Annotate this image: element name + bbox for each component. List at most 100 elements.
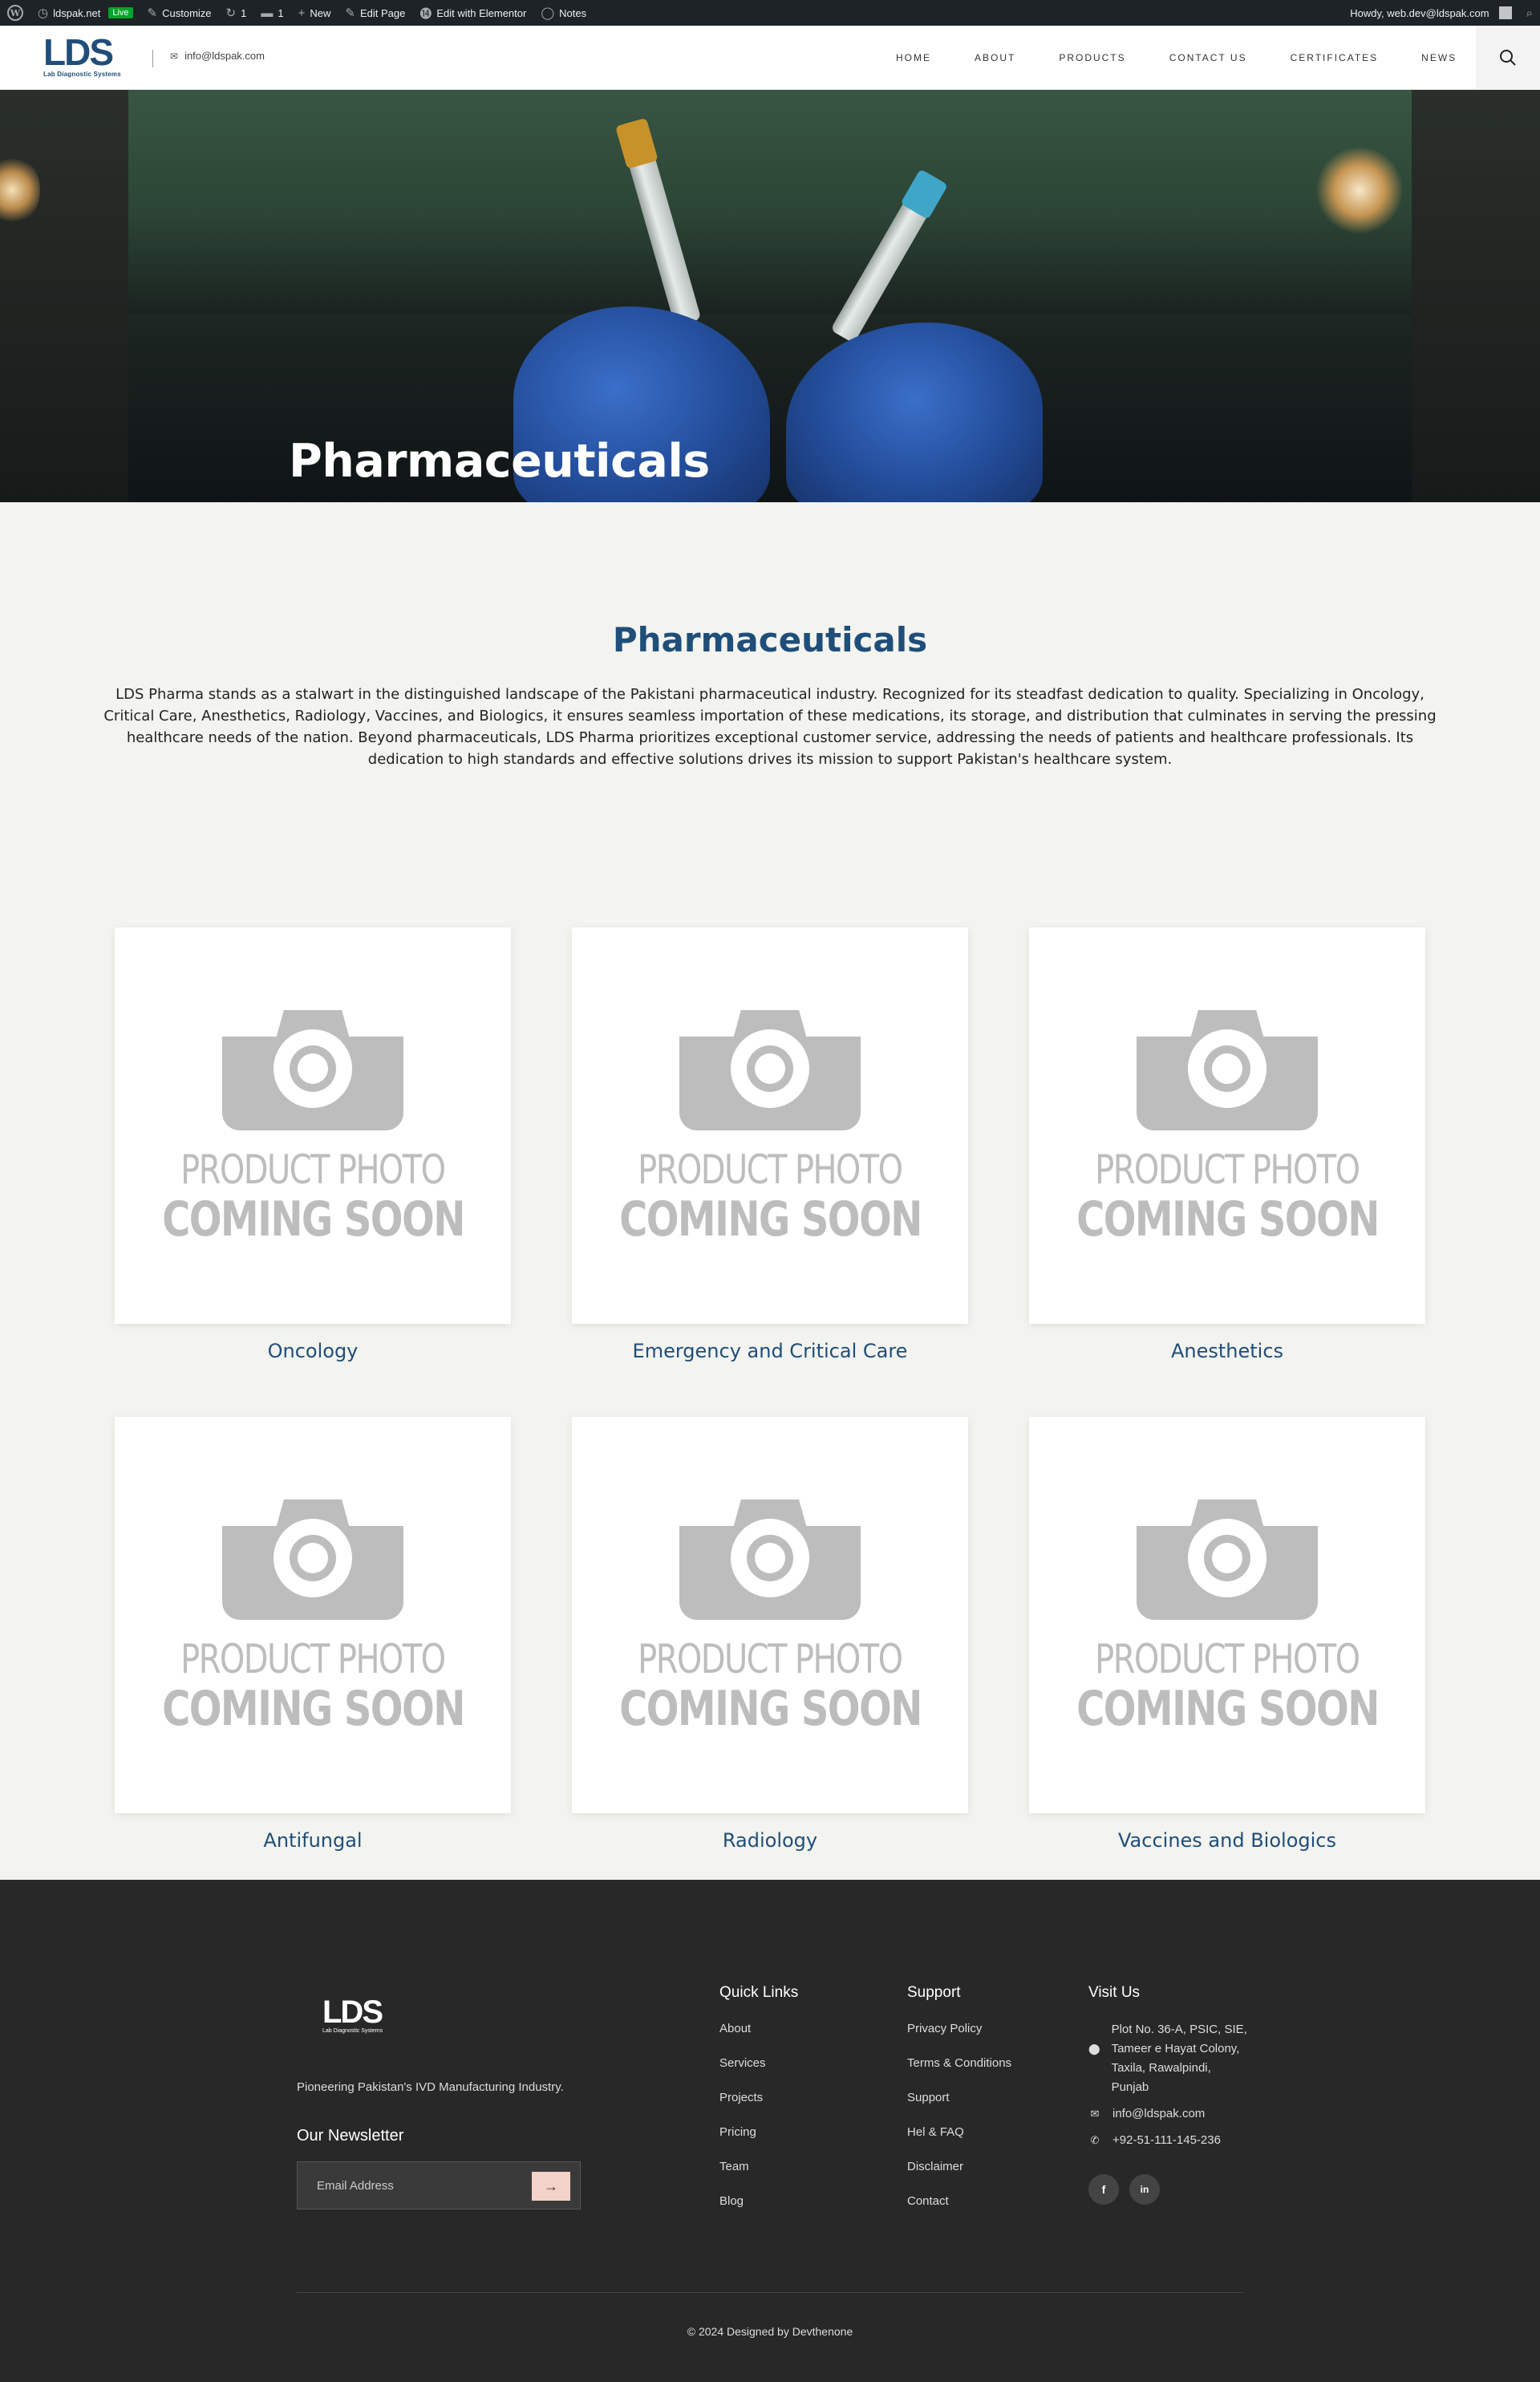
newsletter-form: → [297, 2161, 581, 2210]
placeholder-line1: PRODUCT PHOTO [180, 1146, 446, 1193]
wp-logo-menu[interactable]: W [0, 0, 30, 26]
newsletter-title: Our Newsletter [297, 2127, 404, 2145]
product-label-emergency[interactable]: Emergency and Critical Care [545, 1340, 995, 1362]
map-pin-icon: ⬤ [1088, 2043, 1100, 2055]
footer-link-contact[interactable]: Contact [907, 2194, 949, 2208]
new-content-link[interactable]: + New [291, 0, 338, 26]
footer-link-faq[interactable]: Hel & FAQ [907, 2125, 964, 2139]
product-card-anesthetics[interactable]: PRODUCT PHOTO COMING SOON [1029, 927, 1425, 1324]
nav-about[interactable]: ABOUT [953, 52, 1037, 63]
site-name-menu[interactable]: ◷ ldspak.net Live [30, 0, 140, 26]
facebook-icon[interactable]: f [1088, 2174, 1119, 2205]
hero-background [128, 90, 1412, 314]
footer-link-about[interactable]: About [719, 2022, 751, 2035]
header-divider [152, 50, 153, 67]
placeholder-line2: COMING SOON [618, 1681, 922, 1737]
product-card-vaccines[interactable]: PRODUCT PHOTO COMING SOON [1029, 1417, 1425, 1813]
nav-news[interactable]: NEWS [1400, 52, 1478, 63]
edit-page-link[interactable]: ✎ Edit Page [338, 0, 412, 26]
main-nav: HOME ABOUT PRODUCTS CONTACT US CERTIFICA… [874, 26, 1478, 90]
footer-divider [297, 2292, 1243, 2293]
customize-link[interactable]: ✎ Customize [140, 0, 219, 26]
site-name: ldspak.net [53, 6, 101, 19]
footer-link-terms[interactable]: Terms & Conditions [907, 2056, 1011, 2070]
speech-bubble-icon: ◯ [541, 6, 555, 20]
edit-elementor-link[interactable]: ⓮ Edit with Elementor [412, 0, 533, 26]
logo-subtitle: Lab Diagnostic Systems [43, 71, 121, 78]
envelope-icon: ✉ [170, 50, 179, 62]
dashboard-icon: ◷ [38, 6, 49, 20]
camera-icon [222, 1499, 403, 1620]
footer-logo[interactable]: LDS Lab Diagnostic Systems [322, 1996, 395, 2040]
linkedin-icon[interactable]: in [1129, 2174, 1160, 2205]
elementor-icon: ⓮ [419, 6, 432, 21]
footer-address: ⬤ Plot No. 36-A, PSIC, SIE, Tameer e Hay… [1088, 2020, 1249, 2097]
customize-label: Customize [162, 6, 212, 19]
product-label-anesthetics[interactable]: Anesthetics [1003, 1340, 1452, 1362]
account-menu[interactable]: Howdy, web.dev@ldspak.com [1343, 0, 1518, 26]
support-title: Support [907, 1984, 961, 2001]
placeholder-line2: COMING SOON [161, 1681, 465, 1737]
header-email[interactable]: ✉ info@ldspak.com [170, 50, 265, 62]
pencil-icon: ✎ [345, 6, 355, 20]
footer-link-blog[interactable]: Blog [719, 2194, 744, 2208]
site-footer: LDS Lab Diagnostic Systems Pioneering Pa… [0, 1880, 1540, 2382]
footer-email[interactable]: ✉ info@ldspak.com [1088, 2104, 1206, 2124]
nav-certificates[interactable]: CERTIFICATES [1269, 52, 1400, 63]
envelope-icon: ✉ [1090, 2108, 1100, 2120]
camera-icon [679, 1010, 861, 1130]
nav-home[interactable]: HOME [874, 52, 953, 63]
footer-link-support[interactable]: Support [907, 2091, 950, 2104]
product-card-oncology[interactable]: PRODUCT PHOTO COMING SOON [115, 927, 511, 1324]
updates-link[interactable]: ↻ 1 [219, 0, 254, 26]
search-icon [1500, 50, 1516, 66]
placeholder-line2: COMING SOON [1076, 1191, 1380, 1248]
hero-title: Pharmaceuticals [289, 435, 710, 488]
footer-tagline: Pioneering Pakistan's IVD Manufacturing … [297, 2080, 564, 2094]
product-card-emergency[interactable]: PRODUCT PHOTO COMING SOON [572, 927, 968, 1324]
footer-phone[interactable]: ✆ +92-51-111-145-236 [1088, 2131, 1221, 2150]
quick-links-title: Quick Links [719, 1984, 799, 2001]
placeholder-line1: PRODUCT PHOTO [1095, 1636, 1360, 1682]
edit-page-label: Edit Page [359, 6, 406, 19]
footer-link-disclaimer[interactable]: Disclaimer [907, 2160, 963, 2173]
footer-link-services[interactable]: Services [719, 2056, 766, 2070]
hero-light-right [1315, 146, 1404, 234]
placeholder-line1: PRODUCT PHOTO [638, 1146, 903, 1193]
copyright: © 2024 Designed by Devthenone [687, 2325, 853, 2338]
product-label-antifungal[interactable]: Antifungal [88, 1829, 537, 1852]
product-label-radiology[interactable]: Radiology [545, 1829, 995, 1852]
live-badge: Live [108, 7, 133, 18]
admin-search[interactable]: ⌕ [1519, 0, 1540, 26]
footer-email-text: info@ldspak.com [1112, 2107, 1206, 2120]
product-card-antifungal[interactable]: PRODUCT PHOTO COMING SOON [115, 1417, 511, 1813]
footer-link-privacy[interactable]: Privacy Policy [907, 2022, 982, 2035]
refresh-icon: ↻ [225, 6, 237, 20]
product-label-vaccines[interactable]: Vaccines and Biologics [1003, 1829, 1452, 1852]
header-search-button[interactable] [1476, 26, 1540, 90]
notes-link[interactable]: ◯ Notes [533, 0, 594, 26]
arrow-right-icon: → [544, 2177, 558, 2194]
product-label-oncology[interactable]: Oncology [88, 1340, 537, 1362]
logo-text: LDS [43, 31, 114, 73]
footer-link-pricing[interactable]: Pricing [719, 2125, 756, 2139]
camera-icon [1137, 1499, 1318, 1620]
footer-link-projects[interactable]: Projects [719, 2091, 763, 2104]
comment-icon: ▬ [261, 6, 274, 20]
edit-elementor-label: Edit with Elementor [436, 6, 527, 19]
wordpress-icon: W [7, 5, 23, 21]
howdy-text: Howdy, web.dev@ldspak.com [1350, 6, 1489, 19]
product-card-radiology[interactable]: PRODUCT PHOTO COMING SOON [572, 1417, 968, 1813]
newsletter-email-input[interactable] [298, 2178, 522, 2193]
site-logo[interactable]: LDS Lab Diagnostic Systems [43, 31, 121, 80]
footer-link-team[interactable]: Team [719, 2160, 749, 2173]
glove-right [786, 323, 1043, 502]
comments-link[interactable]: ▬ 1 [253, 0, 290, 26]
nav-products[interactable]: PRODUCTS [1037, 52, 1147, 63]
hero-side-right [1412, 90, 1540, 502]
section-description: LDS Pharma stands as a stalwart in the d… [103, 686, 1437, 768]
placeholder-line2: COMING SOON [1076, 1681, 1380, 1737]
nav-contact-us[interactable]: CONTACT US [1148, 52, 1269, 63]
visit-us-title: Visit Us [1088, 1984, 1141, 2001]
newsletter-submit-button[interactable]: → [532, 2172, 570, 2201]
